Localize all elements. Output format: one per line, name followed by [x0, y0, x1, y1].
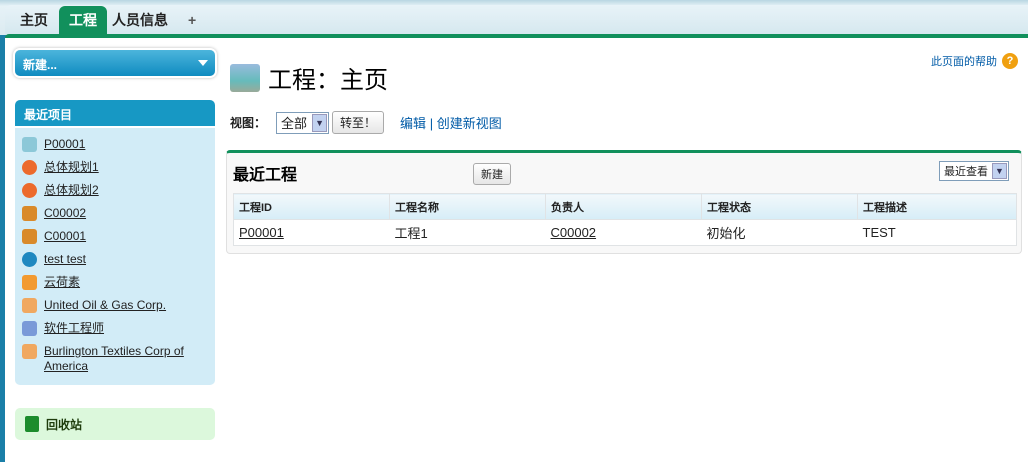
sort-select[interactable]: 最近查看 ▼: [939, 161, 1009, 181]
view-select[interactable]: 全部 ▼: [276, 111, 330, 134]
tab-project[interactable]: 工程: [59, 6, 107, 35]
folder-icon: [22, 344, 37, 359]
project-description: TEST: [862, 225, 896, 240]
apple-icon: [22, 160, 37, 175]
column-header[interactable]: 工程状态: [701, 193, 858, 220]
link-separator: |: [429, 116, 434, 131]
create-new-dropdown[interactable]: 新建...: [15, 50, 215, 76]
create-view-link[interactable]: 创建新视图: [437, 116, 502, 131]
recent-item[interactable]: 软件工程师: [22, 321, 204, 336]
apple-icon: [22, 183, 37, 198]
table-header-row: 工程ID 工程名称 负责人 工程状态 工程描述: [233, 193, 1017, 220]
recent-item[interactable]: United Oil & Gas Corp.: [22, 298, 204, 313]
recent-items-list: P00001 总体规划1 总体规划2 C00002 C00001 test test 云荷素…: [15, 128, 215, 385]
caret-down-icon: [198, 60, 208, 71]
project-status: 初始化: [706, 226, 746, 241]
recent-item[interactable]: 云荷素: [22, 275, 204, 290]
contacts-icon: [22, 229, 37, 244]
help-label: 此页面的帮助: [931, 56, 997, 68]
project-icon: [230, 63, 260, 92]
edit-view-link[interactable]: 编辑: [400, 116, 426, 131]
view-selector-row: 视图： 全部 ▼ 转至！ 编辑 | 创建新视图: [230, 111, 502, 134]
page-title-text: 工程：主页: [268, 67, 388, 94]
recent-item-link[interactable]: P00001: [44, 137, 204, 152]
sort-selected-value: 最近查看: [944, 166, 988, 178]
create-new-label: 新建...: [23, 58, 58, 72]
tab-personnel[interactable]: 人员信息: [102, 6, 178, 35]
column-header[interactable]: 负责人: [545, 193, 702, 220]
recent-item[interactable]: 总体规划1: [22, 160, 204, 175]
cube-icon: [22, 321, 37, 336]
column-header[interactable]: 工程名称: [389, 193, 546, 220]
recent-item[interactable]: 总体规划2: [22, 183, 204, 198]
go-button[interactable]: 转至！: [332, 111, 385, 134]
chevron-down-icon: ▼: [992, 163, 1007, 179]
recent-projects-panel: 最近工程 新建 最近查看 ▼ 工程ID 工程名称 负责人 工程状态 工程描述 P0…: [226, 150, 1022, 254]
recent-items-header: 最近项目: [15, 100, 215, 126]
help-icon: ?: [1002, 53, 1018, 69]
help-link[interactable]: 此页面的帮助?: [931, 53, 1018, 69]
view-selected-value: 全部: [281, 116, 308, 131]
page-title: 工程：主页: [230, 60, 388, 95]
recent-item-link[interactable]: 总体规划1: [44, 160, 204, 175]
recent-item-link[interactable]: United Oil & Gas Corp.: [44, 298, 204, 313]
recent-item-link[interactable]: 云荷素: [44, 275, 204, 290]
project-id-link[interactable]: P00001: [239, 225, 284, 240]
recycle-bin-link[interactable]: 回收站: [15, 408, 215, 440]
recent-item[interactable]: Burlington Textiles Corp of America: [22, 344, 204, 374]
column-header[interactable]: 工程ID: [233, 193, 390, 220]
project-icon: [22, 137, 37, 152]
add-tab-button[interactable]: +: [178, 6, 206, 35]
recycle-bin-icon: [25, 416, 39, 432]
person-icon: [22, 252, 37, 267]
recent-item[interactable]: C00001: [22, 229, 204, 244]
contacts-icon: [22, 206, 37, 221]
chevron-down-icon: ▼: [312, 113, 328, 132]
tab-bar: 主页 工程 人员信息 +: [0, 0, 1028, 35]
recent-item[interactable]: C00002: [22, 206, 204, 221]
recent-item-link[interactable]: 总体规划2: [44, 183, 204, 198]
recent-item-link[interactable]: C00002: [44, 206, 204, 221]
view-label: 视图：: [230, 116, 267, 130]
folder-icon: [22, 298, 37, 313]
projects-table: 工程ID 工程名称 负责人 工程状态 工程描述 P00001 工程1 C0000…: [233, 193, 1017, 246]
recent-item-link[interactable]: test test: [44, 252, 204, 267]
recycle-bin-label: 回收站: [46, 417, 83, 432]
recent-item-link[interactable]: 软件工程师: [44, 321, 204, 336]
panel-title: 最近工程: [233, 167, 298, 184]
recent-item-link[interactable]: Burlington Textiles Corp of America: [44, 344, 204, 374]
owner-link[interactable]: C00002: [551, 225, 597, 240]
new-project-button[interactable]: 新建: [473, 163, 511, 185]
project-name: 工程1: [394, 226, 428, 241]
table-row: P00001 工程1 C00002 初始化 TEST: [234, 220, 1017, 246]
recent-item[interactable]: test test: [22, 252, 204, 267]
recent-item[interactable]: P00001: [22, 137, 204, 152]
recent-item-link[interactable]: C00001: [44, 229, 204, 244]
tab-home[interactable]: 主页: [10, 6, 58, 35]
column-header[interactable]: 工程描述: [857, 193, 1017, 220]
group-icon: [22, 275, 37, 290]
